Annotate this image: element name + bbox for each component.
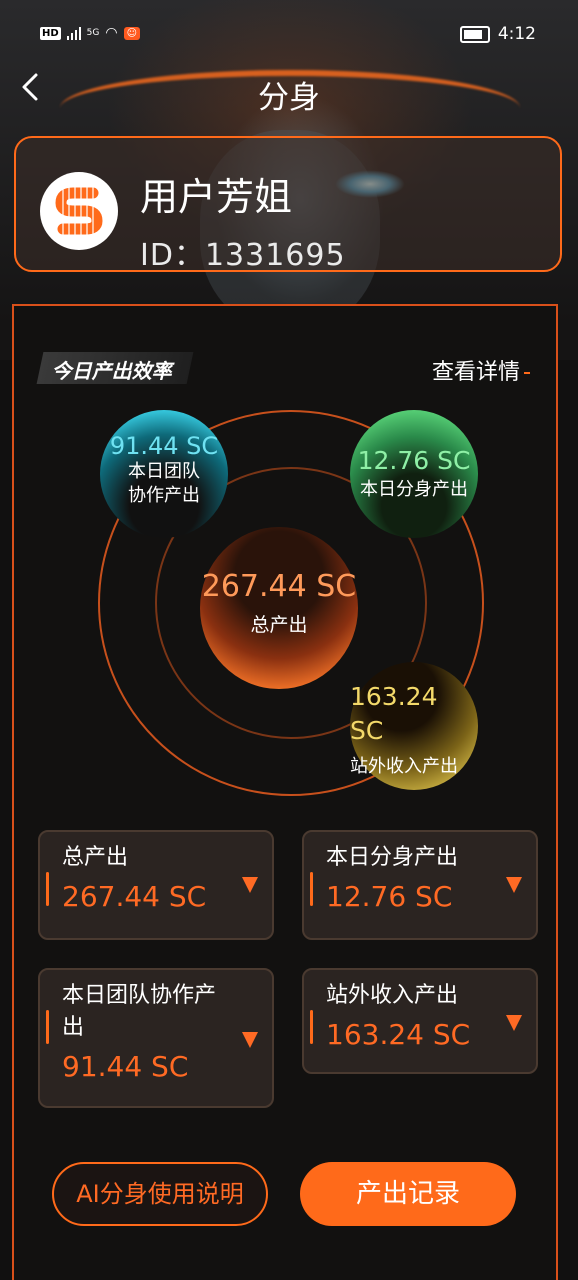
brand-logo-icon — [55, 187, 103, 235]
stat-value: 163.24 SC — [326, 1018, 471, 1051]
external-output-bubble: 163.24 SC 站外收入产出 — [350, 662, 478, 790]
output-record-button[interactable]: 产出记录 — [300, 1162, 516, 1226]
battery-icon — [459, 25, 490, 43]
clone-output-label: 本日分身产出 — [360, 479, 468, 500]
stat-card-team[interactable]: 本日团队协作产出 91.44 SC — [38, 968, 274, 1108]
stat-card-total[interactable]: 总产出 267.44 SC — [38, 830, 274, 940]
page-title: 分身 — [258, 80, 320, 116]
total-output-bubble: 267.44 SC 总产出 — [200, 527, 358, 689]
stat-value: 267.44 SC — [62, 880, 207, 913]
wifi-icon: ◠ — [105, 25, 118, 41]
stat-label: 站外收入产出 — [326, 983, 459, 1008]
stat-value: 12.76 SC — [326, 880, 453, 913]
avatar — [40, 172, 118, 250]
view-details-link[interactable]: 查看详情 — [432, 354, 530, 386]
status-bar: HD 5G ◠ ☺ 4:12 — [0, 0, 578, 68]
user-card: 用户芳姐 ID：1331695 — [14, 136, 562, 273]
team-output-bubble: 91.44 SC 本日团队协作产出 — [100, 410, 228, 538]
clone-output-value: 12.76 SC — [357, 446, 471, 475]
external-output-value: 163.24 SC — [350, 682, 438, 745]
total-output-value: 267.44 SC — [201, 569, 357, 604]
dropdown-arrow-icon — [506, 877, 522, 893]
clock: 4:12 — [497, 24, 536, 44]
stat-label: 本日分身产出 — [326, 845, 459, 870]
dropdown-arrow-icon — [242, 877, 258, 893]
hd-indicator: HD — [40, 26, 61, 40]
dropdown-arrow-icon — [506, 1015, 522, 1031]
stat-label: 总产出 — [62, 845, 129, 870]
team-output-label: 本日团队协作产出 — [128, 461, 200, 506]
stat-label: 本日团队协作产出 — [62, 983, 217, 1040]
usage-guide-button[interactable]: AI分身使用说明 — [52, 1162, 268, 1226]
external-output-label: 站外收入产出 — [350, 756, 458, 777]
user-id: ID：1331695 — [140, 238, 346, 273]
user-name: 用户芳姐 — [140, 175, 293, 219]
stat-card-external[interactable]: 站外收入产出 163.24 SC — [302, 968, 538, 1074]
network-type: 5G — [86, 28, 100, 38]
stat-card-clone[interactable]: 本日分身产出 12.76 SC — [302, 830, 538, 940]
app-notification-icon: ☺ — [123, 26, 141, 40]
section-title-text: 今日产出效率 — [51, 359, 172, 383]
signal-icon — [66, 26, 81, 40]
dropdown-arrow-icon — [242, 1032, 258, 1048]
section-title: 今日产出效率 — [36, 352, 194, 384]
team-output-value: 91.44 SC — [109, 432, 219, 460]
clone-output-bubble: 12.76 SC 本日分身产出 — [350, 410, 478, 538]
stat-value: 91.44 SC — [62, 1050, 189, 1083]
total-output-label: 总产出 — [250, 614, 308, 636]
